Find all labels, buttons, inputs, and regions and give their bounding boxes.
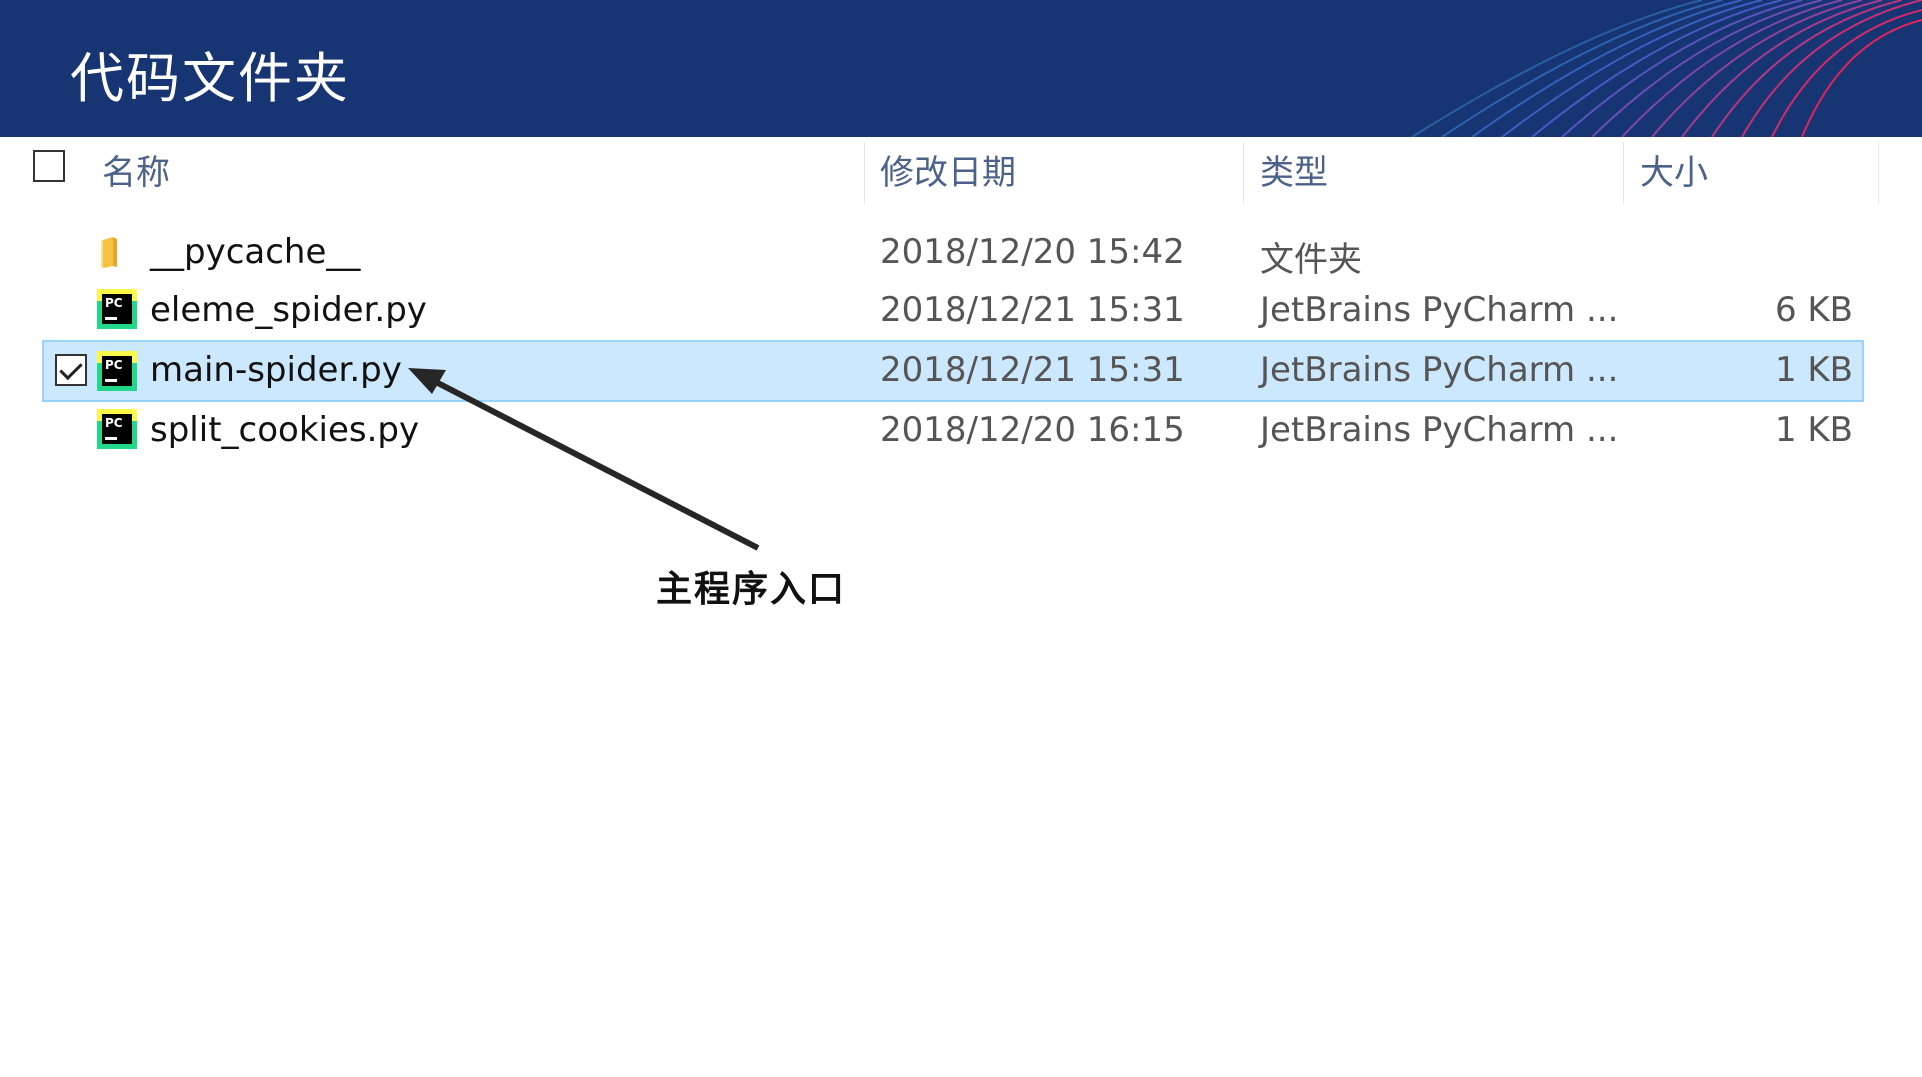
annotation-label: 主程序入口	[656, 569, 847, 610]
annotation-arrow	[408, 368, 760, 551]
